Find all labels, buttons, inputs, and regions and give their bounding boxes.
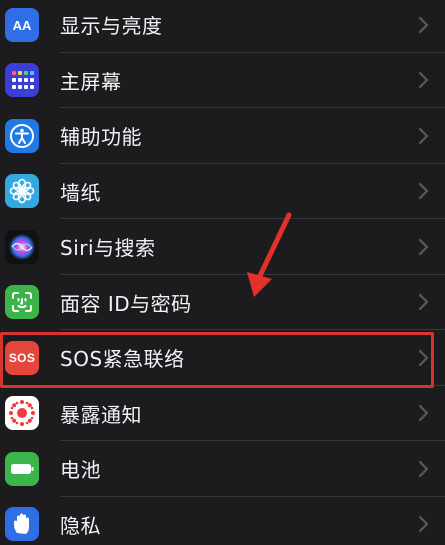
settings-row-label: 显示与亮度 xyxy=(60,14,163,39)
siri-icon xyxy=(5,229,39,264)
home-screen-grid-icon xyxy=(5,63,39,98)
settings-row-label: 电池 xyxy=(60,458,101,483)
settings-row-label: 墙纸 xyxy=(60,180,101,205)
chevron-right-icon xyxy=(418,516,429,533)
settings-row-privacy[interactable]: 隐私 xyxy=(0,497,445,545)
settings-row-label: 面容 ID与密码 xyxy=(60,291,192,316)
chevron-right-icon xyxy=(418,183,429,200)
face-id-icon xyxy=(5,285,39,320)
privacy-hand-icon xyxy=(5,507,39,542)
chevron-right-icon xyxy=(418,460,429,477)
chevron-right-icon xyxy=(418,294,429,311)
settings-row-label: 辅助功能 xyxy=(60,125,142,150)
settings-row-label: SOS紧急联络 xyxy=(60,347,185,372)
accessibility-icon xyxy=(5,118,39,153)
svg-text:AA: AA xyxy=(13,18,32,33)
settings-screen: AA 显示与亮度 主屏幕 辅助功能 墙纸 Siri与搜索 面容 ID与密码 SO… xyxy=(0,0,445,545)
chevron-right-icon xyxy=(418,127,429,144)
chevron-right-icon xyxy=(418,238,429,255)
battery-icon xyxy=(5,451,39,486)
exposure-notification-icon xyxy=(5,396,39,431)
settings-row-label: 主屏幕 xyxy=(60,69,122,94)
settings-list: AA 显示与亮度 主屏幕 辅助功能 墙纸 Siri与搜索 面容 ID与密码 SO… xyxy=(0,0,445,545)
chevron-right-icon xyxy=(418,349,429,366)
settings-row-wallpaper[interactable]: 墙纸 xyxy=(0,164,445,219)
settings-row-home-screen[interactable]: 主屏幕 xyxy=(0,53,445,108)
sos-icon-text: SOS xyxy=(8,350,36,365)
settings-row-face-id-passcode[interactable]: 面容 ID与密码 xyxy=(0,275,445,330)
sos-icon: SOS xyxy=(5,340,39,375)
wallpaper-flower-icon xyxy=(5,174,39,209)
text-size-icon: AA xyxy=(5,7,39,42)
settings-row-battery[interactable]: 电池 xyxy=(0,441,445,497)
settings-row-display-brightness[interactable]: AA 显示与亮度 xyxy=(0,0,445,53)
settings-row-label: 隐私 xyxy=(60,513,101,538)
settings-row-accessibility[interactable]: 辅助功能 xyxy=(0,108,445,164)
chevron-right-icon xyxy=(418,16,429,33)
settings-row-label: 暴露通知 xyxy=(60,402,142,427)
settings-row-siri-search[interactable]: Siri与搜索 xyxy=(0,219,445,275)
settings-row-emergency-sos[interactable]: SOS SOS紧急联络 xyxy=(0,330,445,386)
chevron-right-icon xyxy=(418,72,429,89)
chevron-right-icon xyxy=(418,405,429,422)
settings-row-exposure-notifications[interactable]: 暴露通知 xyxy=(0,386,445,441)
settings-row-label: Siri与搜索 xyxy=(60,236,156,261)
